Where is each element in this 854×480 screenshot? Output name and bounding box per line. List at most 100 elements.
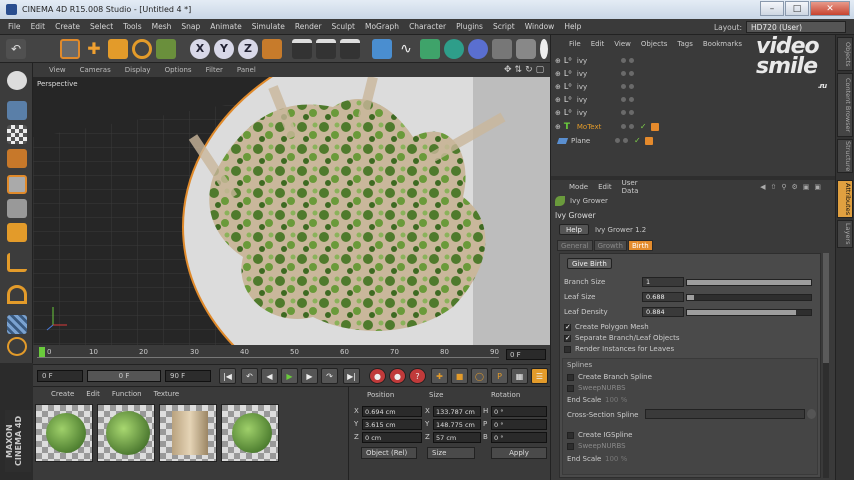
menu-script[interactable]: Script — [493, 22, 515, 31]
create-branch-spline-checkbox[interactable]: Create Branch Spline — [567, 373, 652, 381]
enabled-check-icon[interactable]: ✓ — [640, 122, 647, 131]
menu-simulate[interactable]: Simulate — [252, 22, 285, 31]
texture-mode-icon[interactable] — [7, 125, 27, 144]
object-menu-objects[interactable]: Objects — [641, 40, 667, 48]
go-to-start-button[interactable]: |◀ — [219, 368, 236, 384]
floor-icon[interactable] — [492, 39, 512, 59]
scale-key-button[interactable]: ■ — [451, 368, 468, 384]
start-frame-field[interactable]: 0 F — [37, 370, 83, 382]
viewport-menu-panel[interactable]: Panel — [237, 66, 256, 74]
visibility-dots[interactable] — [620, 58, 634, 63]
viewport-menu-display[interactable]: Display — [125, 66, 151, 74]
tab-growth[interactable]: Growth — [593, 240, 627, 251]
deformer-icon[interactable] — [468, 39, 488, 59]
cross-section-link-field[interactable] — [645, 409, 805, 419]
visibility-dots[interactable] — [620, 71, 634, 76]
attributes-scrollbar[interactable] — [823, 253, 829, 478]
material-swatch-leaf[interactable] — [35, 404, 93, 462]
branch-size-slider[interactable] — [686, 279, 812, 286]
ivy-object-icon[interactable] — [156, 39, 176, 59]
object-row-ivy[interactable]: ⊕ L⁰ ivy — [555, 80, 835, 93]
menu-create[interactable]: Create — [55, 22, 80, 31]
leaf-density-field[interactable]: 0.884 — [642, 307, 684, 317]
tab-birth[interactable]: Birth — [627, 240, 653, 251]
polygons-mode-icon[interactable] — [7, 223, 27, 242]
menu-window[interactable]: Window — [525, 22, 555, 31]
enabled-check-icon[interactable]: ✓ — [634, 136, 641, 145]
material-swatch-leaf[interactable] — [97, 404, 155, 462]
material-menu-create[interactable]: Create — [51, 390, 74, 398]
material-swatch-bark[interactable] — [159, 404, 217, 462]
help-button[interactable]: Help — [559, 224, 589, 235]
scheme-button[interactable]: ☰ — [531, 368, 548, 384]
link-target-icon[interactable] — [807, 409, 816, 419]
side-tab-structure[interactable]: Structure — [837, 139, 853, 173]
move-icon[interactable]: ✚ — [84, 39, 104, 59]
object-menu-bookmarks[interactable]: Bookmarks — [703, 40, 742, 48]
sweep-nurbs-checkbox[interactable]: SweepNURBS — [567, 442, 626, 450]
side-tab-layers[interactable]: Layers — [837, 220, 853, 248]
min-frame-slider[interactable]: 0 F — [87, 370, 161, 382]
leaf-density-slider[interactable] — [686, 309, 812, 316]
go-to-end-button[interactable]: ▶| — [343, 368, 360, 384]
scale-icon[interactable] — [108, 39, 128, 59]
maximize-button[interactable]: □ — [785, 1, 809, 16]
size-y-field[interactable]: 148.775 cm — [433, 419, 481, 430]
object-menu-edit[interactable]: Edit — [591, 40, 605, 48]
menu-snap[interactable]: Snap — [181, 22, 200, 31]
size-x-field[interactable]: 133.787 cm — [433, 406, 481, 417]
live-selection-icon[interactable] — [60, 39, 80, 59]
material-menu-texture[interactable]: Texture — [154, 390, 180, 398]
side-tab-attributes[interactable]: Attributes — [837, 180, 853, 218]
perspective-viewport[interactable]: Perspective — [33, 77, 550, 345]
play-button[interactable]: ▶ — [281, 368, 298, 384]
z-axis-icon[interactable]: Z — [238, 39, 258, 59]
material-tag-icon[interactable] — [644, 136, 653, 145]
make-editable-icon[interactable] — [7, 71, 27, 90]
give-birth-button[interactable]: Give Birth — [567, 258, 612, 269]
menu-mesh[interactable]: Mesh — [152, 22, 172, 31]
rotation-key-button[interactable]: ◯ — [471, 368, 488, 384]
subdivision-surface-icon[interactable] — [420, 39, 440, 59]
side-tab-content-browser[interactable]: Content Browser — [837, 73, 853, 137]
viewport-navigation-icons[interactable]: ✥⇅↻▢ — [504, 65, 548, 75]
object-menu-view[interactable]: View — [614, 40, 631, 48]
x-axis-icon[interactable]: X — [190, 39, 210, 59]
menu-mograph[interactable]: MoGraph — [365, 22, 399, 31]
end-frame-field[interactable]: 90 F — [165, 370, 211, 382]
parameter-key-button[interactable]: P — [491, 368, 508, 384]
end-scale-field[interactable]: 100 % — [605, 455, 627, 463]
viewport-menu-cameras[interactable]: Cameras — [80, 66, 111, 74]
scrollbar-thumb[interactable] — [823, 253, 829, 363]
tab-general[interactable]: General — [557, 240, 593, 251]
viewport-menu-options[interactable]: Options — [165, 66, 192, 74]
material-menu-function[interactable]: Function — [112, 390, 142, 398]
workplane-grid-icon[interactable] — [7, 315, 27, 334]
locked-workplane-icon[interactable] — [7, 337, 27, 356]
menu-animate[interactable]: Animate — [210, 22, 241, 31]
position-z-field[interactable]: 0 cm — [362, 432, 422, 443]
light-icon[interactable] — [540, 39, 548, 59]
object-menu-tags[interactable]: Tags — [677, 40, 693, 48]
coordinate-system-icon[interactable] — [262, 39, 282, 59]
previous-key-button[interactable]: ↶ — [241, 368, 258, 384]
menu-render[interactable]: Render — [295, 22, 322, 31]
attributes-menu-mode[interactable]: Mode — [569, 183, 588, 191]
close-button[interactable]: ✕ — [810, 1, 850, 16]
next-key-button[interactable]: ↷ — [321, 368, 338, 384]
menu-sculpt[interactable]: Sculpt — [332, 22, 355, 31]
sweep-nurbs-checkbox[interactable]: SweepNURBS — [567, 384, 626, 392]
position-key-button[interactable]: ✚ — [431, 368, 448, 384]
size-z-field[interactable]: 57 cm — [433, 432, 481, 443]
render-view-icon[interactable] — [292, 39, 312, 59]
timeline-ruler[interactable]: 0 10 20 30 40 50 60 70 80 90 0 F — [33, 345, 550, 364]
viewport-menu-view[interactable]: View — [49, 66, 66, 74]
leaf-size-field[interactable]: 0.688 — [642, 292, 684, 302]
object-row-plane[interactable]: Plane ✓ — [555, 134, 835, 147]
rotation-h-field[interactable]: 0 ° — [491, 406, 547, 417]
menu-help[interactable]: Help — [564, 22, 581, 31]
side-tab-objects[interactable]: Objects — [837, 37, 853, 71]
visibility-dots[interactable] — [620, 97, 634, 102]
visibility-dots[interactable] — [620, 110, 634, 115]
previous-frame-button[interactable]: ◀ — [261, 368, 278, 384]
